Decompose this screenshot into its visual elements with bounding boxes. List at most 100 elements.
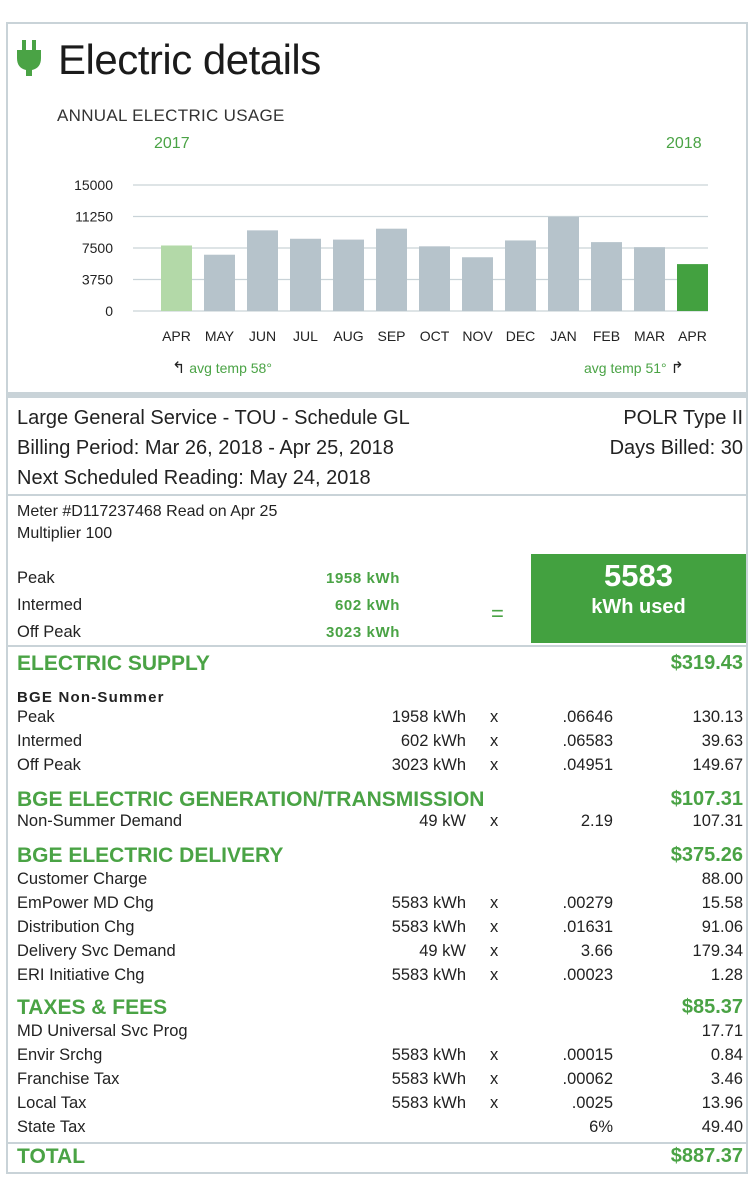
avg-temp-start: ↰ avg temp 58° [172,358,272,378]
section-title-generation: BGE ELECTRIC GENERATION/TRANSMISSION [17,788,485,811]
x-tick-label: JUN [249,328,276,344]
usage-value: 3023 kWh [326,624,400,641]
usage-chart: 15000 11250 7500 3750 0 APR MAY JUN JUL AUG SEP OCT… [74,177,708,344]
x-tick-label: MAY [205,328,235,344]
charge-label: Local Tax [17,1094,87,1112]
charge-multiply-sign: x [490,1070,499,1088]
charge-rate: .06583 [562,732,613,750]
bar [333,239,364,311]
section-divider [6,392,748,398]
charge-multiply-sign: x [490,812,499,830]
usage-value: 602 kWh [334,597,400,614]
charge-quantity: 5583 kWh [391,966,466,984]
section-title-delivery: BGE ELECTRIC DELIVERY [17,844,284,867]
charge-rate: .0025 [571,1094,613,1112]
x-tick-label: JUL [293,328,318,344]
chart-year-start: 2017 [154,135,190,152]
charge-amount: 15.58 [701,894,743,912]
charge-amount: 149.67 [692,756,743,774]
charge-quantity: 3023 kWh [391,756,466,774]
charge-label: Delivery Svc Demand [17,942,176,960]
section-total-taxes: $85.37 [681,996,743,1018]
next-reading: Next Scheduled Reading: May 24, 2018 [17,467,371,489]
avg-temp-start-label: avg temp 58° [189,360,272,376]
charge-rate: .00015 [562,1046,613,1064]
bar [677,264,708,311]
charge-quantity: 5583 kWh [391,918,466,936]
charge-amount: 91.06 [701,918,743,936]
charge-rate: 2.19 [580,812,613,830]
charge-label: Peak [17,708,55,726]
y-tick-label: 7500 [82,240,113,256]
charge-quantity: 602 kWh [400,732,466,750]
charge-rate: .04951 [562,756,613,774]
charge-multiply-sign: x [490,708,499,726]
bar [161,245,192,311]
charge-row: Intermed 602 kWh x .06583 39.63 [0,732,748,756]
section-title-supply: ELECTRIC SUPPLY [17,652,210,675]
x-tick-label: JAN [550,328,576,344]
charge-quantity: 5583 kWh [391,1046,466,1064]
chart-title: ANNUAL ELECTRIC USAGE [57,106,285,125]
charge-label: Envir Srchg [17,1046,103,1064]
usage-label: Off Peak [17,623,81,641]
polr-type: POLR Type II [623,407,743,429]
bar [290,238,321,311]
section-divider [6,494,748,496]
charge-multiply-sign: x [490,918,499,936]
total-kwh-box: 5583 kWh used [531,554,746,643]
section-total-delivery: $375.26 [670,844,743,866]
section-title-taxes: TAXES & FEES [17,996,168,1019]
chart-year-end: 2018 [666,135,702,152]
avg-temp-end-label: avg temp 51° [584,360,667,376]
charge-rate: .00279 [562,894,613,912]
plug-icon [17,40,41,76]
y-tick-label: 11250 [75,209,113,225]
section-divider [6,1142,748,1144]
billing-period: Billing Period: Mar 26, 2018 - Apr 25, 2… [17,437,394,459]
charge-quantity: 5583 kWh [391,1070,466,1088]
x-tick-label: MAR [634,328,665,344]
total-amount: $887.37 [670,1145,743,1167]
equals-sign: = [491,601,504,626]
bar [505,240,536,311]
charge-quantity: 5583 kWh [391,894,466,912]
section-divider [6,645,748,647]
charge-row: ERI Initiative Chg 5583 kWh x .00023 1.28 [0,966,748,990]
charge-multiply-sign: x [490,942,499,960]
charge-multiply-sign: x [490,966,499,984]
charge-label: Customer Charge [17,870,148,888]
charge-rate: .00023 [562,966,613,984]
charge-label: Distribution Chg [17,918,135,936]
charge-quantity: 1958 kWh [391,708,466,726]
x-tick-label: DEC [506,328,536,344]
charge-label: ERI Initiative Chg [17,966,145,984]
x-tick-label: NOV [462,328,493,344]
bar [462,257,493,311]
charge-row: Franchise Tax 5583 kWh x .00062 3.46 [0,1070,748,1094]
charge-rate: 3.66 [580,942,613,960]
charge-multiply-sign: x [490,756,499,774]
bar [376,228,407,311]
charge-row: Distribution Chg 5583 kWh x .01631 91.06 [0,918,748,942]
charge-row: State Tax 6% 49.40 [0,1118,748,1142]
usage-value: 1958 kWh [326,570,400,587]
charge-row: Envir Srchg 5583 kWh x .00015 0.84 [0,1046,748,1070]
days-billed: Days Billed: 30 [609,437,743,459]
charge-amount: 179.34 [692,942,743,960]
charge-amount: 17.71 [701,1022,743,1040]
meter-multiplier: Multiplier 100 [17,525,113,542]
rate-subheading: BGE Non-Summer [17,689,165,706]
charge-label: EmPower MD Chg [17,894,154,912]
x-tick-label: OCT [420,328,450,344]
charge-amount: 107.31 [692,812,743,830]
total-kwh-label: kWh used [591,596,686,618]
charge-row: EmPower MD Chg 5583 kWh x .00279 15.58 [0,894,748,918]
bar [204,254,235,311]
charge-amount: 13.96 [701,1094,743,1112]
charge-amount: 49.40 [701,1118,743,1136]
charge-row: Non-Summer Demand 49 kW x 2.19 107.31 [0,812,748,836]
charge-rate: .06646 [562,708,613,726]
x-tick-label: SEP [377,328,405,344]
charge-row: Delivery Svc Demand 49 kW x 3.66 179.34 [0,942,748,966]
